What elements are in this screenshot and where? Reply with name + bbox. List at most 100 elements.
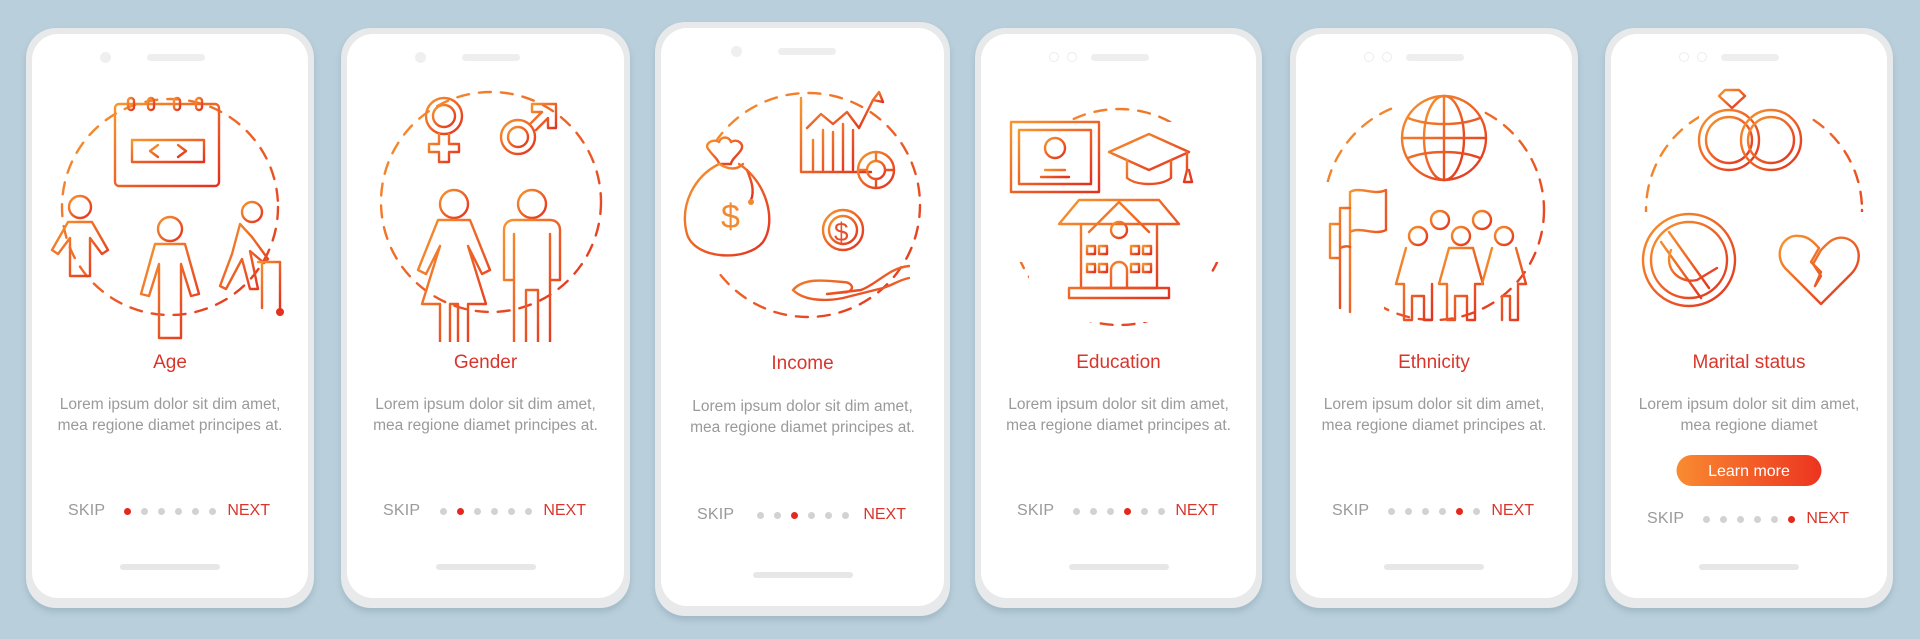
page-dot-active[interactable]	[1456, 508, 1463, 515]
sensor-dot	[1697, 52, 1707, 62]
page-dot-active[interactable]	[124, 508, 131, 515]
screen-description: Lorem ipsum dolor sit dim amet, mea regi…	[690, 398, 915, 436]
page-dot[interactable]	[841, 512, 849, 519]
age-groups-icon	[50, 96, 284, 340]
screen-description: Lorem ipsum dolor sit dim amet, mea regi…	[57, 396, 283, 434]
onboarding-screen-gender: Gender Lorem ipsum dolor sit dim amet, m…	[341, 28, 630, 608]
page-dot[interactable]	[1754, 516, 1761, 523]
onboarding-screen-income: $ $ Income Lorem ipsum dolor sit dim ame…	[655, 22, 950, 616]
page-dot[interactable]	[1089, 508, 1097, 515]
home-indicator	[1068, 564, 1169, 570]
onboarding-screen-ethnicity: Ethnicity Lorem ipsum dolor sit dim amet…	[1290, 28, 1578, 608]
page-dot-active[interactable]	[790, 512, 798, 519]
page-dot[interactable]	[773, 512, 781, 519]
sensor-dot	[1382, 52, 1392, 62]
page-dot[interactable]	[1439, 508, 1446, 515]
screen-description: Lorem ipsum dolor sit dim amet, mea regi…	[373, 396, 598, 434]
page-dot[interactable]	[807, 512, 815, 519]
screen-description: Lorem ipsum dolor sit dim amet, mea regi…	[1321, 396, 1547, 434]
next-button[interactable]: NEXT	[1491, 502, 1534, 520]
page-dot[interactable]	[1106, 508, 1114, 515]
page-dot[interactable]	[1072, 508, 1080, 515]
marital-status-icon	[1629, 88, 1879, 322]
phone-screen: $ $ Income Lorem ipsum dolor sit dim ame…	[661, 28, 944, 606]
camera-dot	[731, 46, 742, 57]
page-indicator	[1072, 508, 1165, 515]
skip-button[interactable]: SKIP	[1332, 502, 1369, 520]
page-dot[interactable]	[1388, 508, 1395, 515]
next-button[interactable]: NEXT	[543, 502, 586, 520]
screen-title: Ethnicity	[1398, 352, 1470, 373]
page-dot[interactable]	[1771, 516, 1778, 523]
page-dot[interactable]	[158, 508, 165, 515]
page-indicator	[1388, 508, 1480, 515]
home-indicator	[752, 572, 853, 578]
skip-button[interactable]: SKIP	[383, 502, 420, 520]
svg-text:$: $	[834, 217, 849, 247]
onboarding-nav: SKIP NEXT	[1643, 510, 1855, 530]
onboarding-nav: SKIP NEXT	[64, 502, 276, 522]
screen-description: Lorem ipsum dolor sit dim amet, mea regi…	[1638, 396, 1860, 434]
page-indicator	[756, 512, 849, 519]
skip-button[interactable]: SKIP	[1017, 502, 1054, 520]
speaker-grille	[462, 54, 520, 61]
page-dot[interactable]	[473, 508, 481, 515]
gender-icon	[379, 90, 602, 342]
home-indicator	[435, 564, 536, 570]
page-indicator	[124, 508, 216, 515]
speaker-grille	[1406, 54, 1464, 61]
page-indicator	[1703, 516, 1795, 523]
home-indicator	[120, 564, 220, 570]
sensor-dot	[1067, 52, 1077, 62]
income-icon: $ $	[672, 90, 921, 319]
page-dot[interactable]	[756, 512, 764, 519]
page-dot[interactable]	[490, 508, 498, 515]
page-dot[interactable]	[1140, 508, 1148, 515]
page-dot[interactable]	[1157, 508, 1165, 515]
page-dot[interactable]	[524, 508, 532, 515]
onboarding-screen-education: Education Lorem ipsum dolor sit dim amet…	[975, 28, 1262, 608]
ethnicity-icon	[1304, 92, 1546, 322]
page-dot[interactable]	[1405, 508, 1412, 515]
education-icon	[998, 107, 1235, 327]
page-dot[interactable]	[824, 512, 832, 519]
page-dot[interactable]	[192, 508, 199, 515]
page-dot[interactable]	[1737, 516, 1744, 523]
page-dot-active[interactable]	[1788, 516, 1795, 523]
camera-dot	[415, 52, 426, 63]
learn-more-button[interactable]: Learn more	[1676, 455, 1822, 486]
page-dot-active[interactable]	[1123, 508, 1131, 515]
onboarding-screen-marital-status: Marital status Lorem ipsum dolor sit dim…	[1605, 28, 1893, 608]
page-dot[interactable]	[1473, 508, 1480, 515]
page-dot[interactable]	[1703, 516, 1710, 523]
phone-screen: Marital status Lorem ipsum dolor sit dim…	[1611, 34, 1887, 598]
page-dot[interactable]	[175, 508, 182, 515]
page-dot[interactable]	[439, 508, 447, 515]
speaker-grille	[778, 48, 836, 55]
screen-description: Lorem ipsum dolor sit dim amet, mea regi…	[1006, 396, 1231, 434]
svg-text:$: $	[721, 198, 740, 236]
page-dot-active[interactable]	[456, 508, 464, 515]
onboarding-nav: SKIP NEXT	[1328, 502, 1540, 522]
skip-button[interactable]: SKIP	[697, 506, 734, 524]
page-dot[interactable]	[141, 508, 148, 515]
page-dot[interactable]	[1720, 516, 1727, 523]
screen-title: Gender	[453, 352, 518, 373]
home-indicator	[1384, 564, 1484, 570]
next-button[interactable]: NEXT	[227, 502, 270, 520]
next-button[interactable]: NEXT	[1175, 502, 1218, 520]
skip-button[interactable]: SKIP	[68, 502, 105, 520]
skip-button[interactable]: SKIP	[1647, 510, 1684, 528]
onboarding-nav: SKIP NEXT	[693, 506, 912, 526]
page-dot[interactable]	[1422, 508, 1429, 515]
onboarding-nav: SKIP NEXT	[379, 502, 592, 522]
page-dot[interactable]	[507, 508, 515, 515]
next-button[interactable]: NEXT	[863, 506, 906, 524]
camera-dot	[1049, 52, 1059, 62]
onboarding-screen-age: Age Lorem ipsum dolor sit dim amet, mea …	[26, 28, 314, 608]
camera-dot	[1364, 52, 1374, 62]
camera-dot	[1679, 52, 1689, 62]
screen-title: Education	[1076, 352, 1161, 373]
page-dot[interactable]	[209, 508, 216, 515]
next-button[interactable]: NEXT	[1806, 510, 1849, 528]
